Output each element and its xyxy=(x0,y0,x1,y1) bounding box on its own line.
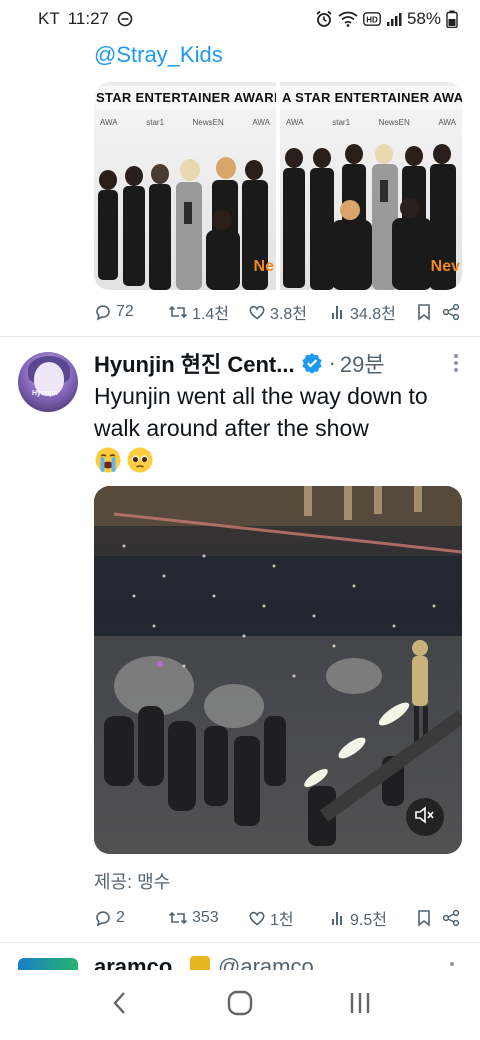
alarm-icon xyxy=(315,10,333,28)
recent-apps-button[interactable] xyxy=(340,985,380,1025)
back-button[interactable] xyxy=(100,985,140,1025)
author-handle[interactable]: @aramco xyxy=(218,954,314,970)
mention-link[interactable]: @Stray_Kids xyxy=(94,42,223,68)
clock: 11:27 xyxy=(67,9,110,28)
views-icon xyxy=(330,910,346,926)
retweet-icon xyxy=(168,303,188,321)
emoji-row xyxy=(94,446,154,479)
share-icon xyxy=(442,909,460,927)
mute-button[interactable] xyxy=(406,798,444,836)
views-count: 9.5천 xyxy=(350,912,387,929)
photo-2-banner: A STAR ENTERTAINER AWARDS 2024 xyxy=(280,86,462,110)
views-button[interactable]: 34.8천 xyxy=(330,300,416,324)
like-count: 1천 xyxy=(270,912,294,929)
photo-1-banner: STAR ENTERTAINER AWARDS xyxy=(94,86,276,110)
photo-grid: STAR ENTERTAINER AWARDS AWA star1 NewsEN AW… xyxy=(94,82,462,290)
share-icon xyxy=(442,303,460,321)
verified-badge-icon xyxy=(301,352,323,374)
tweet-header: Hyunjin 현진 Cent... · 29분 xyxy=(94,348,464,378)
speaker-muted-icon xyxy=(414,805,436,830)
battery-icon xyxy=(446,10,458,28)
views-button[interactable]: 9.5천 xyxy=(330,906,416,930)
status-bar: KT 11:27 HD 58% xyxy=(0,0,480,38)
avatar[interactable] xyxy=(18,958,78,970)
retweet-icon xyxy=(168,909,188,927)
more-options-icon[interactable] xyxy=(448,350,464,376)
share-button[interactable] xyxy=(442,909,462,927)
bookmark-icon xyxy=(416,303,432,321)
retweet-count: 353 xyxy=(192,909,219,926)
video-player[interactable] xyxy=(94,486,462,854)
pleading-face-icon xyxy=(126,446,154,479)
tweet-divider xyxy=(0,942,480,943)
retweet-button[interactable]: 1.4천 xyxy=(168,300,248,324)
like-button[interactable]: 3.8천 xyxy=(248,300,330,324)
photo-1[interactable]: STAR ENTERTAINER AWARDS AWA star1 NewsEN AW… xyxy=(94,82,276,290)
avatar[interactable]: Hyunjin xyxy=(18,352,78,412)
battery-label: 58% xyxy=(406,9,441,28)
bookmark-button[interactable] xyxy=(416,909,442,927)
reply-button[interactable]: 72 xyxy=(94,303,168,321)
author-name[interactable]: Hyunjin 현진 Cent... xyxy=(94,347,295,379)
separator: · xyxy=(328,350,336,375)
heart-icon xyxy=(248,909,266,927)
photo-2[interactable]: A STAR ENTERTAINER AWARDS 2024 AWAstar1N… xyxy=(280,82,462,290)
views-icon xyxy=(330,304,346,320)
like-count: 3.8천 xyxy=(270,306,307,323)
bookmark-icon xyxy=(416,909,432,927)
heart-icon xyxy=(248,303,266,321)
svg-text:HD: HD xyxy=(366,16,378,25)
tweet-divider xyxy=(0,336,480,337)
tweet-text: Hyunjin went all the way down to walk ar… xyxy=(94,383,428,441)
home-button[interactable] xyxy=(220,985,260,1025)
bookmark-button[interactable] xyxy=(416,303,442,321)
views-count: 34.8천 xyxy=(350,306,396,323)
media-credit: 제공: 맹수 xyxy=(94,872,171,892)
reply-icon xyxy=(94,303,112,321)
reply-count: 2 xyxy=(116,909,125,926)
hd-icon: HD xyxy=(363,12,381,26)
tweet-3[interactable]: aramco @aramco xyxy=(0,944,480,970)
reply-button[interactable]: 2 xyxy=(94,909,168,927)
reply-icon xyxy=(94,909,112,927)
verified-badge-icon xyxy=(190,956,210,970)
back-chevron-icon xyxy=(110,990,130,1021)
tweet-1-actions: 72 1.4천 3.8천 34.8천 xyxy=(94,298,462,326)
share-button[interactable] xyxy=(442,303,462,321)
signal-icon xyxy=(386,11,402,27)
home-circle-icon xyxy=(226,989,254,1022)
retweet-button[interactable]: 353 xyxy=(168,909,248,927)
system-nav-bar xyxy=(0,970,480,1040)
author-name[interactable]: aramco xyxy=(94,954,172,970)
carrier-label: KT xyxy=(38,9,60,28)
reply-count: 72 xyxy=(116,303,134,320)
tweet-timestamp[interactable]: 29분 xyxy=(340,347,385,379)
more-options-icon[interactable] xyxy=(450,962,454,966)
wifi-icon xyxy=(338,11,358,27)
tweet-2-actions: 2 353 1천 9.5천 xyxy=(94,904,462,932)
recent-apps-icon xyxy=(347,990,373,1021)
like-button[interactable]: 1천 xyxy=(248,906,330,930)
loudly-crying-face-icon xyxy=(94,446,122,479)
sync-icon xyxy=(117,11,133,27)
retweet-count: 1.4천 xyxy=(192,306,229,323)
